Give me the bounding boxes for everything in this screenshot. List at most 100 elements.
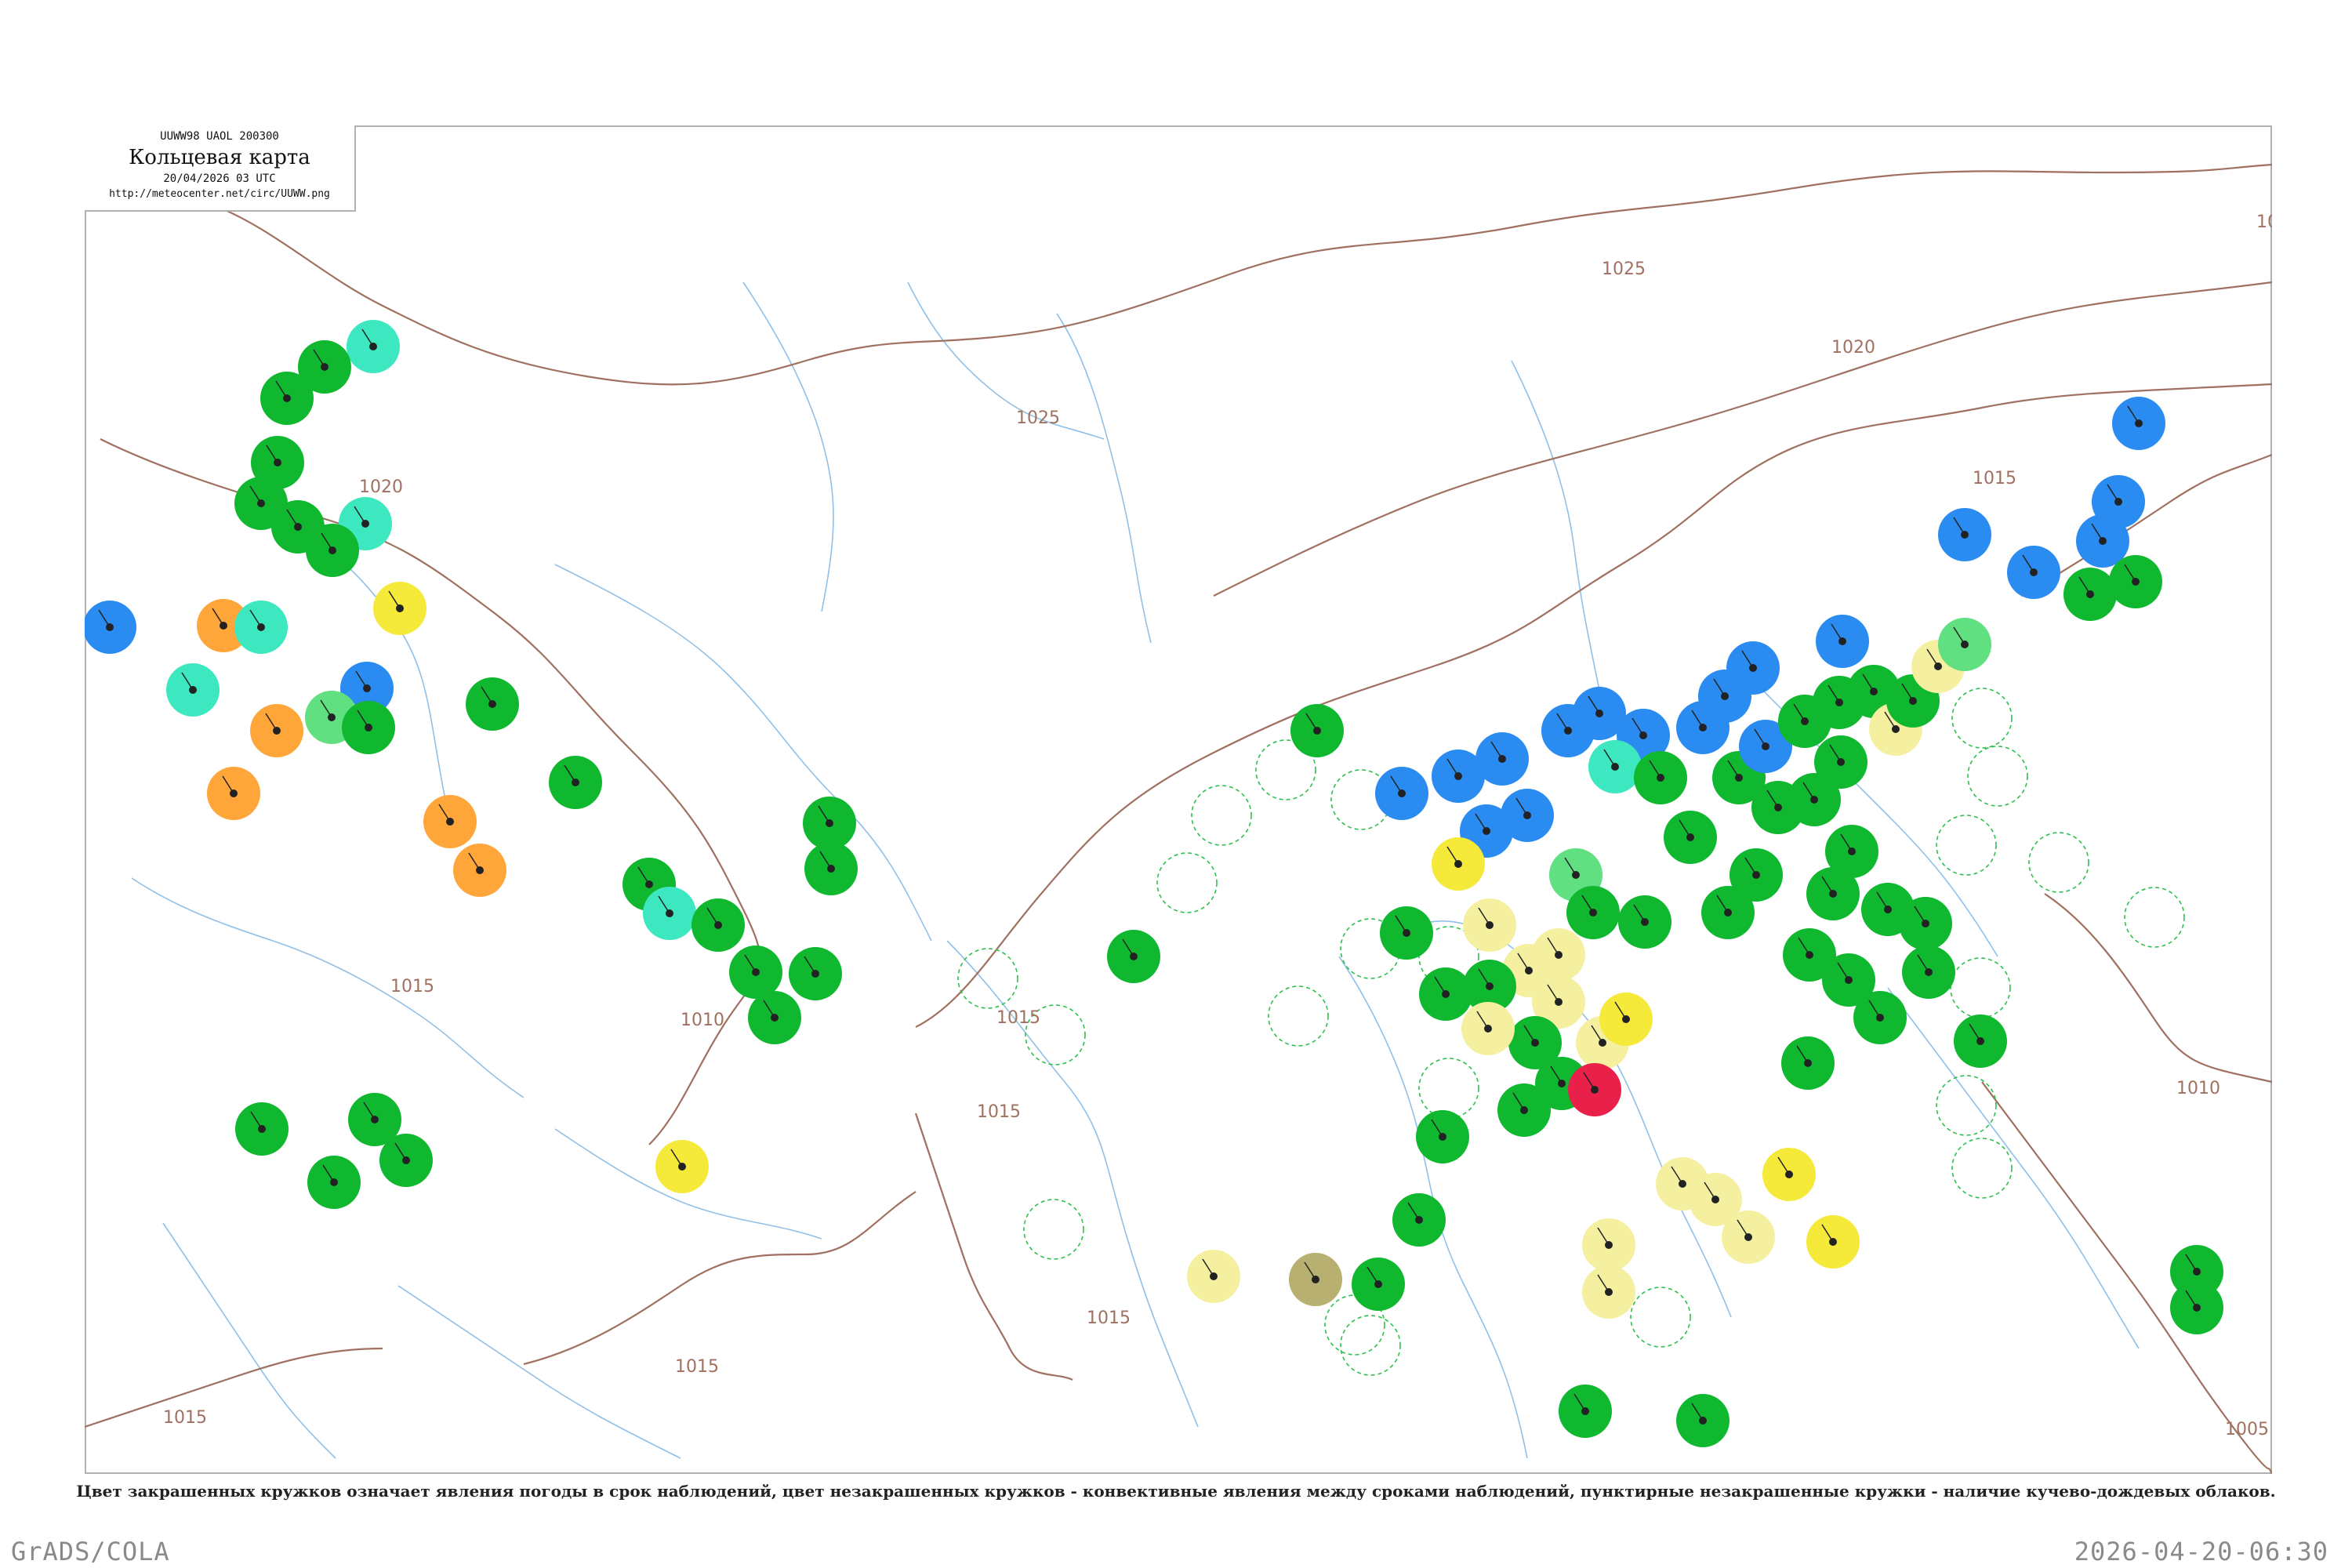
station-drizzle-marker	[1588, 740, 1642, 793]
station-snow-marker	[1375, 767, 1428, 820]
station-rain-marker	[1899, 897, 1952, 950]
station-rain-marker	[1730, 848, 1783, 902]
station-snow-marker	[2092, 475, 2145, 528]
river	[131, 877, 524, 1098]
station-rain-marker	[804, 842, 858, 895]
station-layer	[85, 320, 2223, 1447]
station-rain-marker	[379, 1134, 433, 1187]
station-rain-marker	[1618, 895, 1671, 949]
isobar-line	[1981, 1081, 2272, 1474]
station-drizzle-marker	[643, 887, 696, 940]
station-rain-marker	[729, 946, 782, 999]
station-rain-marker	[691, 898, 745, 952]
station-snow-marker	[1938, 508, 1991, 561]
station-rain-marker	[1416, 1110, 1469, 1163]
station-haze-marker	[1722, 1210, 1775, 1264]
station-drizzle-marker	[234, 601, 288, 654]
station-mist-marker	[1432, 837, 1485, 891]
station-snow-marker	[85, 601, 136, 654]
station-snow-marker	[1698, 670, 1751, 723]
isobar-label: 1025	[1016, 408, 1060, 428]
isobar-line	[2044, 893, 2272, 1083]
cumulonimbus-ring	[1268, 985, 1329, 1047]
station-drizzle-marker	[347, 320, 400, 373]
station-rain-marker	[466, 677, 519, 731]
station-haze-marker	[1463, 898, 1516, 952]
cumulonimbus-ring	[1967, 746, 2028, 807]
cumulonimbus-ring	[1936, 815, 1997, 876]
station-rain-marker	[1380, 906, 1433, 960]
cumulonimbus-ring	[2028, 832, 2089, 893]
station-rain-marker	[549, 756, 602, 809]
station-snow-marker	[2007, 546, 2060, 599]
isobar-label: 1015	[1973, 469, 2016, 488]
river	[742, 281, 834, 612]
station-rain-marker	[1853, 991, 1907, 1044]
station-drizzle-marker	[166, 663, 220, 717]
isobar-label: 1015	[996, 1008, 1040, 1028]
station-thunder-marker	[1568, 1063, 1621, 1116]
isobar-label: 1025	[2256, 212, 2272, 232]
cumulonimbus-ring	[2124, 887, 2185, 948]
isobar-label: 1015	[163, 1408, 207, 1428]
station-fog-marker	[250, 704, 303, 757]
station-fog-marker	[207, 767, 260, 820]
station-mist-marker	[1762, 1148, 1816, 1201]
river	[907, 281, 1105, 440]
isobar-label: 1015	[1087, 1308, 1131, 1328]
station-rain-marker	[2109, 555, 2162, 608]
map-caption: Цвет закрашенных кружков означает явлени…	[76, 1482, 2276, 1501]
isobar-label: 1005	[2225, 1420, 2269, 1439]
cumulonimbus-ring	[1340, 1315, 1401, 1376]
river	[946, 940, 1199, 1428]
station-mist-marker	[1599, 993, 1653, 1046]
station-rain-marker	[1664, 811, 1717, 864]
river	[1511, 360, 1606, 722]
isobar-line	[523, 1191, 916, 1366]
station-haze-marker	[1582, 1265, 1635, 1319]
isobar-line	[100, 438, 761, 1145]
cumulonimbus-ring	[957, 948, 1018, 1009]
station-rain-marker	[1566, 886, 1620, 939]
isobar-label: 1015	[390, 977, 434, 996]
isobar-line	[209, 163, 2272, 386]
cumulonimbus-ring	[1936, 1075, 1997, 1136]
map-timestamp: 20/04/2026 03 UTC	[163, 172, 276, 185]
isobar-label: 1015	[675, 1357, 719, 1377]
station-haze-marker	[1532, 928, 1585, 982]
cumulonimbus-ring	[1950, 957, 2011, 1018]
map-url: http://meteocenter.net/circ/UUWW.png	[109, 188, 330, 200]
cumulonimbus-ring	[1630, 1287, 1691, 1348]
station-snow-marker	[2112, 397, 2165, 450]
station-rain-marker	[1497, 1083, 1551, 1137]
station-mist-marker	[1806, 1215, 1860, 1269]
station-rain-marker	[748, 991, 801, 1044]
isobar-label: 1010	[2176, 1079, 2220, 1098]
station-rain-marker	[1634, 751, 1687, 804]
isobar-label: 1020	[359, 477, 403, 497]
isobar-line	[914, 1112, 1073, 1381]
station-rain-marker	[1806, 867, 1860, 920]
station-rain-marker	[1559, 1385, 1612, 1438]
river	[1056, 313, 1152, 644]
station-haze-marker	[1461, 1002, 1515, 1055]
cumulonimbus-ring	[1156, 852, 1218, 913]
station-mist-marker	[373, 582, 426, 635]
isobar-label: 1015	[977, 1102, 1021, 1122]
isobar-layer	[85, 163, 2272, 1474]
station-rain-marker	[1392, 1193, 1446, 1247]
station-haze-marker	[1582, 1218, 1635, 1272]
cumulonimbus-ring	[1023, 1199, 1084, 1260]
station-fog-marker	[423, 795, 477, 848]
isobar-label: 1025	[1602, 260, 1646, 279]
river	[554, 564, 932, 942]
isobar-label: 1010	[681, 1011, 724, 1030]
station-rain-marker	[803, 797, 856, 850]
station-rain-marker	[307, 1156, 361, 1209]
station-rain-marker	[306, 524, 359, 577]
station-rain-marker	[342, 701, 395, 754]
station-rain-marker	[1290, 704, 1344, 757]
footer-grads-label: GrADS/COLA	[11, 1537, 170, 1566]
river	[1887, 987, 2140, 1349]
map-title: Кольцевая карта	[129, 146, 310, 169]
